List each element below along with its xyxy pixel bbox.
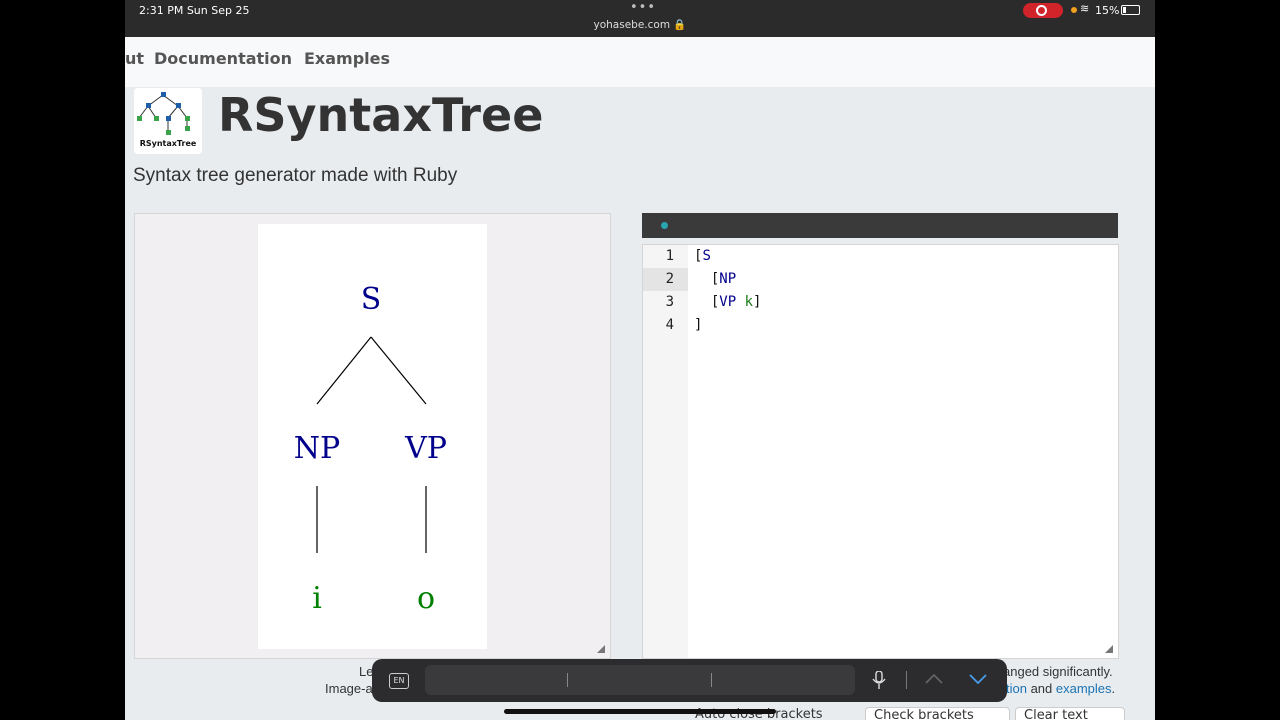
divider (567, 673, 568, 687)
navbar: ut Documentation Examples (125, 37, 1155, 87)
wifi-icon: ≋ (1080, 2, 1090, 15)
home-indicator (504, 709, 776, 714)
chevron-up-icon[interactable] (925, 674, 943, 684)
divider (711, 673, 712, 687)
page-title: RSyntaxTree (218, 88, 544, 142)
line-gutter: 1 2 3 4 (643, 245, 688, 658)
predictive-text-bar[interactable] (425, 665, 855, 695)
code-line-1[interactable]: [S (694, 248, 711, 264)
code-line-3[interactable]: [VP k] (694, 294, 762, 310)
nav-examples[interactable]: Examples (304, 49, 390, 68)
line-number: 4 (665, 317, 674, 333)
more-dots-icon[interactable]: ••• (630, 0, 656, 15)
edge-s-vp (370, 336, 427, 405)
divider (906, 671, 907, 689)
tree-logo-icon (137, 92, 190, 135)
syntax-tree-image: S NP VP i o (258, 224, 487, 649)
mic-indicator-icon (1071, 7, 1077, 13)
line-number: 1 (665, 248, 674, 264)
nav-documentation[interactable]: Documentation (154, 49, 292, 68)
resize-handle-icon[interactable] (597, 645, 605, 653)
footer-text-left-2: Image-a (325, 681, 373, 696)
line-number: 2 (665, 271, 674, 287)
edge-s-np (316, 336, 372, 405)
address-url[interactable]: yohasebe.com 🔒 (125, 18, 1155, 31)
code-line-4[interactable]: ] (694, 317, 702, 333)
page-subtitle: Syntax tree generator made with Ruby (133, 165, 458, 186)
nav-about[interactable]: ut (125, 49, 144, 68)
chevron-down-icon[interactable] (969, 674, 987, 684)
battery-percent: 15% (1095, 4, 1120, 17)
keyboard-accessory-bar: EN (372, 659, 1007, 702)
syntax-tree-svg: S NP VP i o (294, 282, 447, 616)
check-brackets-button[interactable]: Check brackets (865, 707, 1010, 720)
examples-link[interactable]: examples (1056, 681, 1112, 696)
clear-text-button[interactable]: Clear text (1015, 707, 1125, 720)
status-dot-icon (661, 222, 668, 229)
line-number: 3 (665, 294, 674, 310)
record-icon (1036, 5, 1047, 16)
node-np: NP (294, 431, 340, 466)
microphone-icon[interactable] (872, 671, 886, 691)
node-vp: VP (404, 431, 447, 466)
footer-text-right-2: tion and examples. (1006, 681, 1116, 696)
battery-icon (1121, 5, 1140, 15)
editor-toolbar (642, 213, 1118, 238)
resize-handle-icon[interactable] (1105, 645, 1113, 653)
status-time: 2:31 PM Sun Sep 25 (139, 4, 250, 17)
logo[interactable]: RSyntaxTree (134, 88, 202, 154)
code-editor[interactable]: 1 2 3 4 [S [NP [VP k] ] (642, 244, 1119, 659)
status-bar: 2:31 PM Sun Sep 25 ••• yohasebe.com 🔒 ≋ … (125, 0, 1155, 37)
code-line-2[interactable]: [NP (694, 271, 736, 287)
screen-record-indicator[interactable] (1023, 3, 1063, 18)
leaf-right: o (417, 581, 435, 616)
logo-text: RSyntaxTree (139, 139, 197, 148)
documentation-link[interactable]: tion (1006, 681, 1027, 696)
leaf-left: i (312, 581, 322, 616)
node-root: S (361, 282, 382, 317)
keyboard-language-icon[interactable]: EN (389, 673, 409, 689)
ipad-screen: 2:31 PM Sun Sep 25 ••• yohasebe.com 🔒 ≋ … (125, 0, 1155, 720)
footer-text-right-1: anged significantly. (1003, 664, 1113, 679)
tree-output-panel: S NP VP i o (134, 213, 611, 659)
